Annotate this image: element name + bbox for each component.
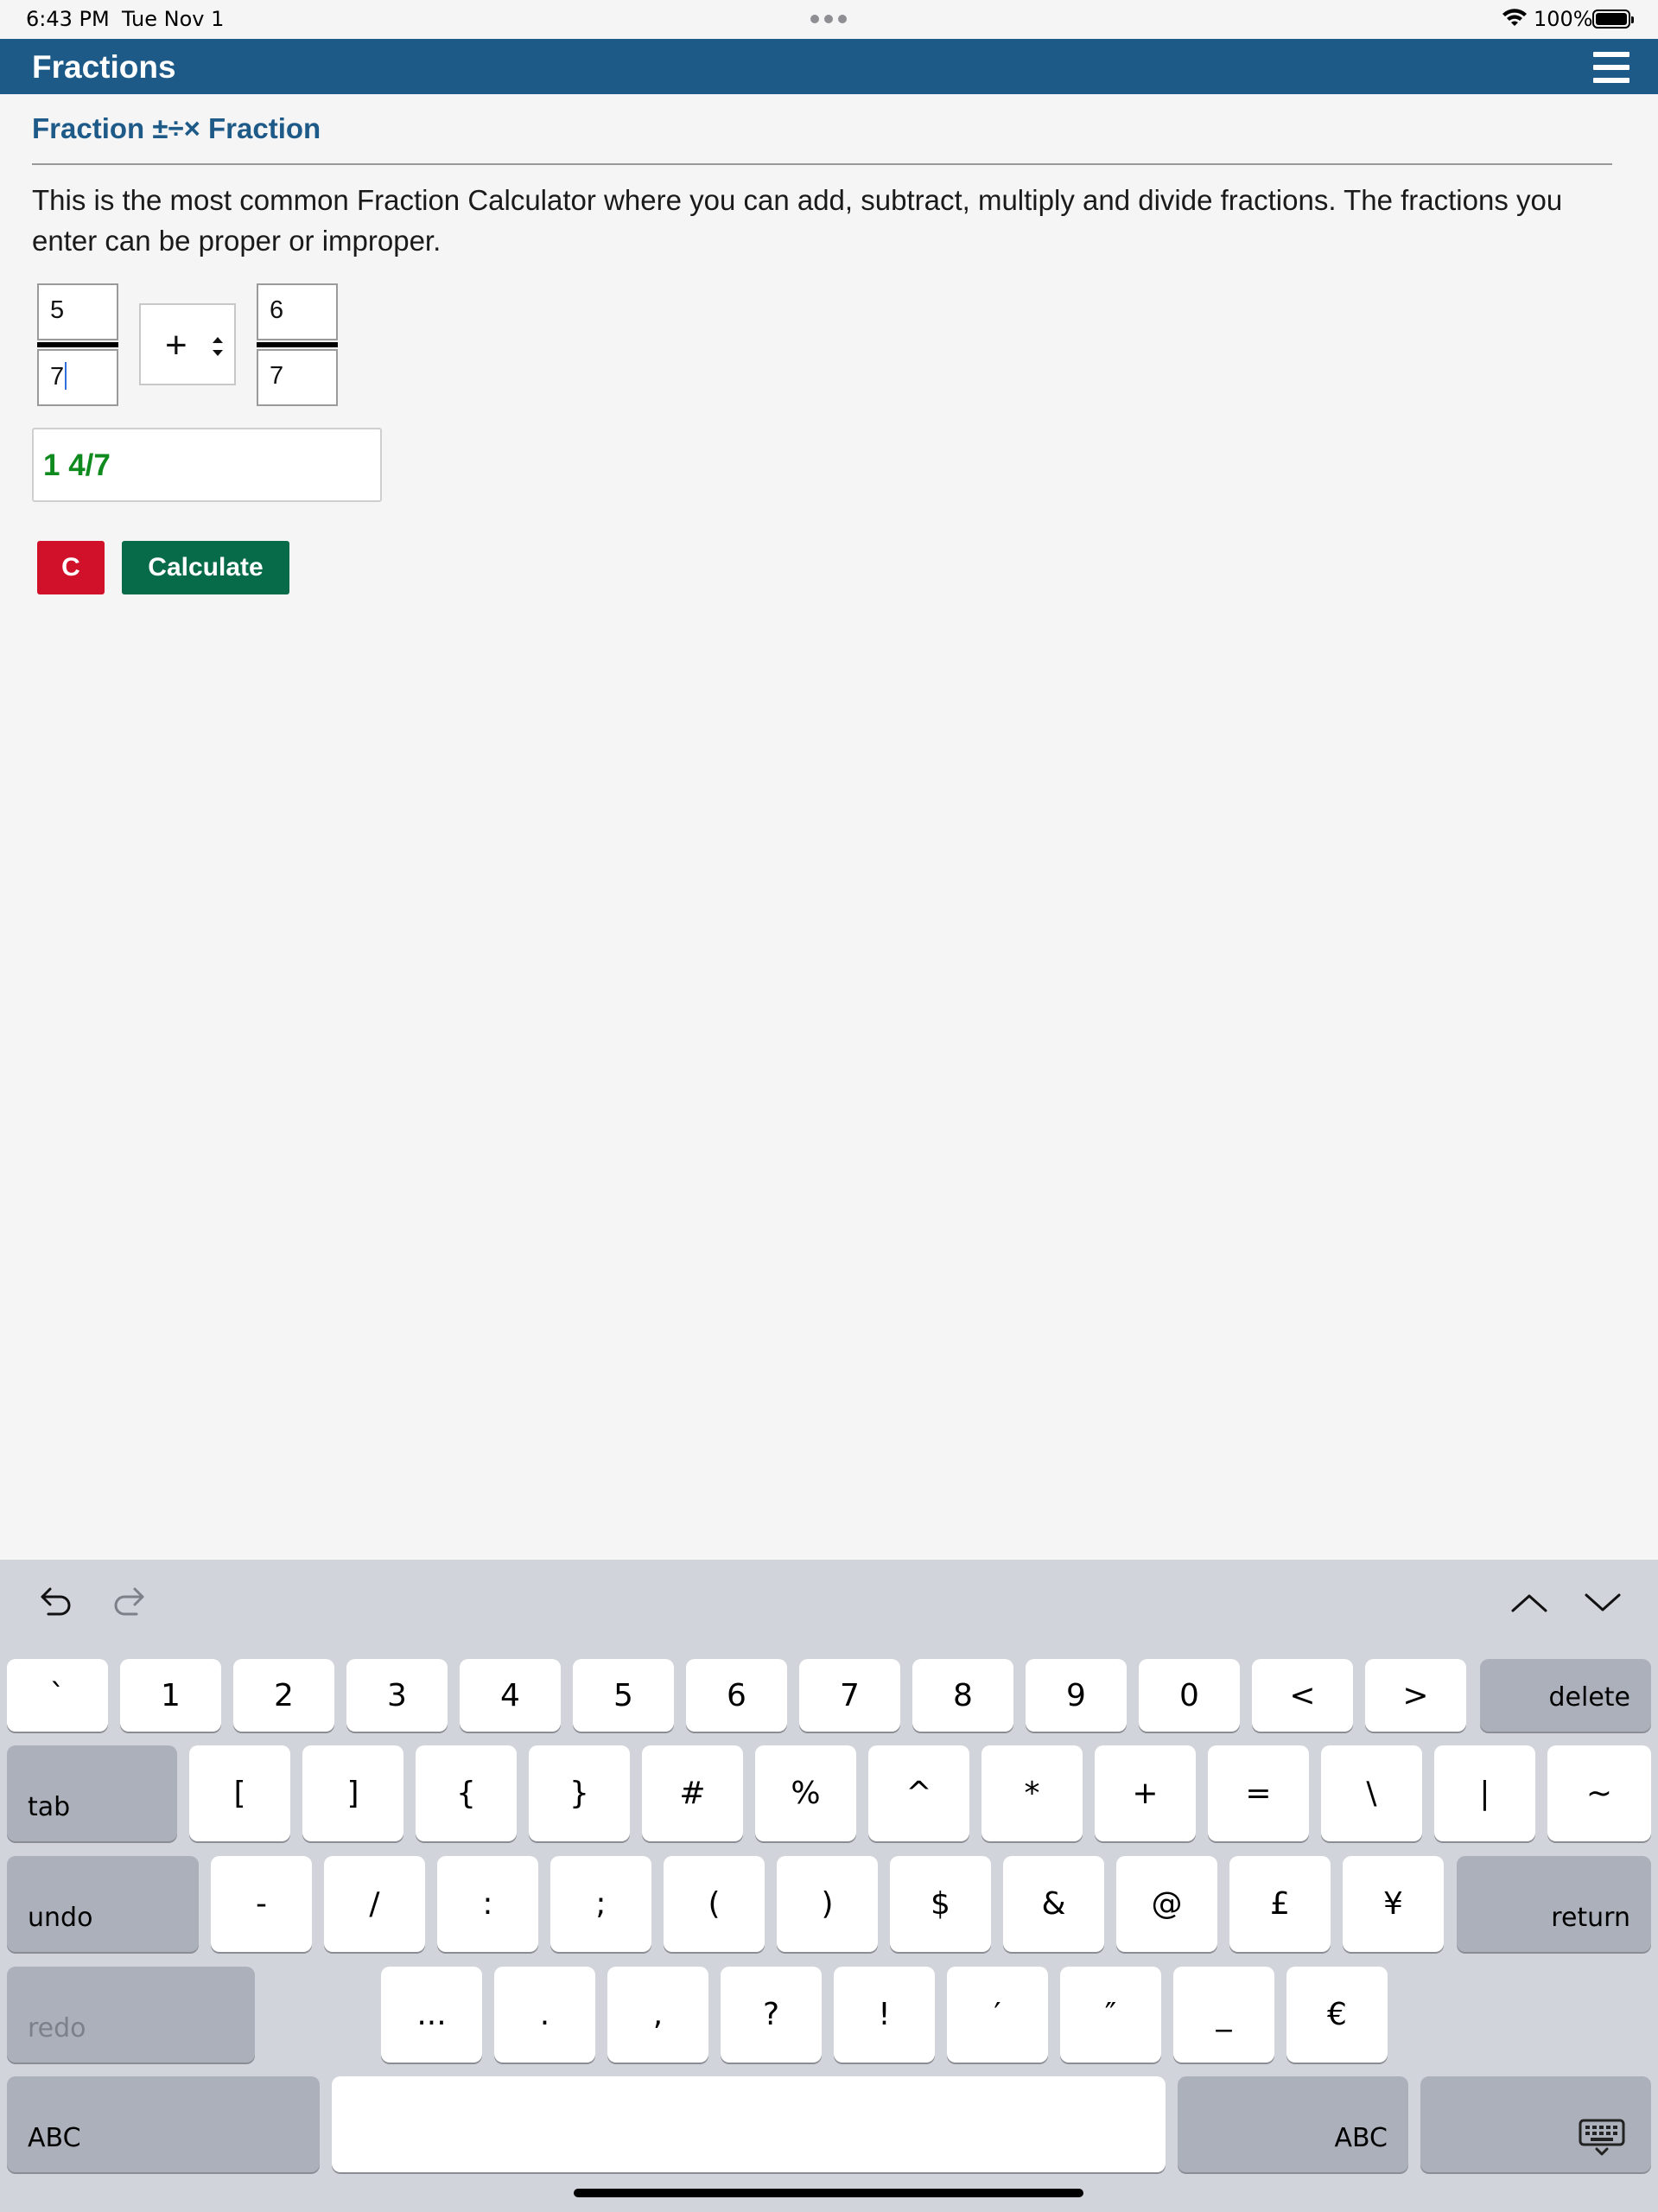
key-greater-than[interactable]: > <box>1365 1659 1466 1732</box>
key-pipe[interactable]: | <box>1434 1745 1535 1841</box>
key-4[interactable]: 4 <box>460 1659 561 1732</box>
key-prime[interactable]: ′ <box>947 1967 1048 2063</box>
abc-key-right[interactable]: ABC <box>1178 2076 1408 2172</box>
key-9[interactable]: 9 <box>1026 1659 1127 1732</box>
on-screen-keyboard: ` 1 2 3 4 5 6 7 8 9 0 < > delete tab [ ]… <box>0 1560 1658 2212</box>
key-plus[interactable]: + <box>1095 1745 1196 1841</box>
key-open-paren[interactable]: ( <box>664 1856 765 1952</box>
key-slash[interactable]: / <box>324 1856 425 1952</box>
key-ellipsis[interactable]: ... <box>381 1967 482 2063</box>
fraction2-bar <box>257 342 338 347</box>
result-value: 1 4/7 <box>43 448 111 482</box>
status-bar: 6:43 PM Tue Nov 1 100% <box>0 0 1658 39</box>
wifi-icon <box>1502 9 1527 26</box>
key-7[interactable]: 7 <box>799 1659 900 1732</box>
app-header: Fractions <box>0 39 1658 94</box>
key-close-paren[interactable]: ) <box>777 1856 878 1952</box>
key-pound[interactable]: £ <box>1229 1856 1331 1952</box>
key-underscore[interactable]: _ <box>1173 1967 1274 2063</box>
fraction2-numerator-input[interactable]: 6 <box>257 283 338 340</box>
undo-key[interactable]: undo <box>7 1856 199 1952</box>
key-close-bracket[interactable]: ] <box>302 1745 403 1841</box>
key-double-prime[interactable]: ″ <box>1060 1967 1161 2063</box>
key-less-than[interactable]: < <box>1252 1659 1353 1732</box>
key-3[interactable]: 3 <box>346 1659 448 1732</box>
section-divider <box>32 163 1612 165</box>
key-2[interactable]: 2 <box>233 1659 334 1732</box>
undo-icon[interactable] <box>38 1586 74 1618</box>
key-1[interactable]: 1 <box>120 1659 221 1732</box>
chevron-down-icon[interactable] <box>1584 1592 1622 1613</box>
fraction1-bar <box>37 342 118 347</box>
fraction1-denominator-input[interactable]: 7 <box>37 349 118 406</box>
key-0[interactable]: 0 <box>1139 1659 1240 1732</box>
abc-key-left[interactable]: ABC <box>7 2076 320 2172</box>
key-question[interactable]: ? <box>721 1967 822 2063</box>
key-open-brace[interactable]: { <box>416 1745 517 1841</box>
calculate-button[interactable]: Calculate <box>122 541 289 594</box>
key-equals[interactable]: = <box>1208 1745 1309 1841</box>
tab-key[interactable]: tab <box>7 1745 177 1841</box>
key-ampersand[interactable]: & <box>1003 1856 1104 1952</box>
key-backslash[interactable]: \ <box>1321 1745 1422 1841</box>
key-caret[interactable]: ^ <box>868 1745 969 1841</box>
chevron-up-icon[interactable] <box>1510 1592 1548 1613</box>
text-caret <box>65 362 67 390</box>
key-exclamation[interactable]: ! <box>834 1967 935 2063</box>
delete-key[interactable]: delete <box>1480 1659 1651 1732</box>
clear-button[interactable]: C <box>37 541 105 594</box>
app-title[interactable]: Fractions <box>32 49 176 86</box>
section-title: Fraction ±÷× Fraction <box>32 112 321 144</box>
key-semicolon[interactable]: ; <box>550 1856 651 1952</box>
space-key[interactable] <box>332 2076 1166 2172</box>
status-date: Tue Nov 1 <box>122 7 225 31</box>
multitasking-dots[interactable] <box>810 15 847 23</box>
key-open-bracket[interactable]: [ <box>189 1745 290 1841</box>
key-tilde[interactable]: ~ <box>1547 1745 1651 1841</box>
key-percent[interactable]: % <box>755 1745 856 1841</box>
key-6[interactable]: 6 <box>686 1659 787 1732</box>
key-colon[interactable]: : <box>437 1856 538 1952</box>
redo-key[interactable]: redo <box>7 1967 255 2063</box>
redo-icon[interactable] <box>111 1586 147 1618</box>
result-box: 1 4/7 <box>32 428 382 502</box>
return-key[interactable]: return <box>1457 1856 1651 1952</box>
status-time: 6:43 PM <box>26 7 110 31</box>
key-hash[interactable]: # <box>642 1745 743 1841</box>
key-asterisk[interactable]: * <box>981 1745 1083 1841</box>
keyboard-dismiss-icon <box>1579 2119 1625 2156</box>
battery-percentage: 100% <box>1534 7 1593 31</box>
key-yen[interactable]: ¥ <box>1343 1856 1444 1952</box>
key-8[interactable]: 8 <box>912 1659 1013 1732</box>
description: This is the most common Fraction Calcula… <box>32 184 1563 257</box>
operator-select[interactable]: + <box>139 303 236 385</box>
fraction1-numerator-input[interactable]: 5 <box>37 283 118 340</box>
select-arrows-icon <box>213 337 223 356</box>
operator-value: + <box>165 324 187 366</box>
key-comma[interactable]: , <box>607 1967 708 2063</box>
key-hyphen[interactable]: - <box>211 1856 312 1952</box>
key-close-brace[interactable]: } <box>529 1745 630 1841</box>
key-backtick[interactable]: ` <box>7 1659 108 1732</box>
key-dollar[interactable]: $ <box>890 1856 991 1952</box>
home-indicator[interactable] <box>574 2189 1083 2197</box>
key-period[interactable]: . <box>494 1967 595 2063</box>
fraction2-denominator-input[interactable]: 7 <box>257 349 338 406</box>
key-at[interactable]: @ <box>1116 1856 1217 1952</box>
key-euro[interactable]: € <box>1286 1967 1388 2063</box>
menu-icon[interactable] <box>1593 52 1629 83</box>
key-5[interactable]: 5 <box>573 1659 674 1732</box>
battery-icon <box>1592 10 1634 29</box>
keyboard-dismiss-key[interactable] <box>1420 2076 1651 2172</box>
